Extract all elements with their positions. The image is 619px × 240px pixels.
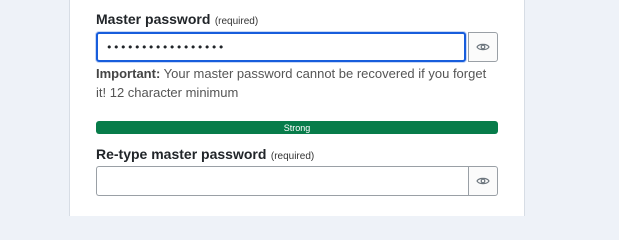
master-password-label: Master password (required) <box>96 11 498 29</box>
master-password-input[interactable]: ••••••••••••••••• <box>96 32 466 62</box>
registration-card: Master password (required) •••••••••••••… <box>69 0 525 216</box>
toggle-password-visibility-button[interactable] <box>468 32 498 62</box>
retype-password-label: Re-type master password (required) <box>96 146 498 164</box>
master-password-label-text: Master password <box>96 11 211 27</box>
retype-password-label-text: Re-type master password <box>96 146 267 162</box>
master-password-row: ••••••••••••••••• <box>96 32 498 62</box>
strength-label: Strong <box>283 122 311 133</box>
strength-meter-fill: Strong <box>96 121 498 134</box>
password-strength-meter: Strong <box>96 121 498 134</box>
toggle-retype-visibility-button[interactable] <box>468 166 498 196</box>
master-password-help: Important: Your master password cannot b… <box>96 64 498 102</box>
help-important: Important: <box>96 66 161 81</box>
eye-icon <box>476 177 490 185</box>
retype-password-row <box>96 166 498 196</box>
required-tag: (required) <box>270 151 315 162</box>
eye-icon <box>476 43 490 51</box>
retype-password-input[interactable] <box>96 166 468 196</box>
required-tag: (required) <box>214 16 259 27</box>
